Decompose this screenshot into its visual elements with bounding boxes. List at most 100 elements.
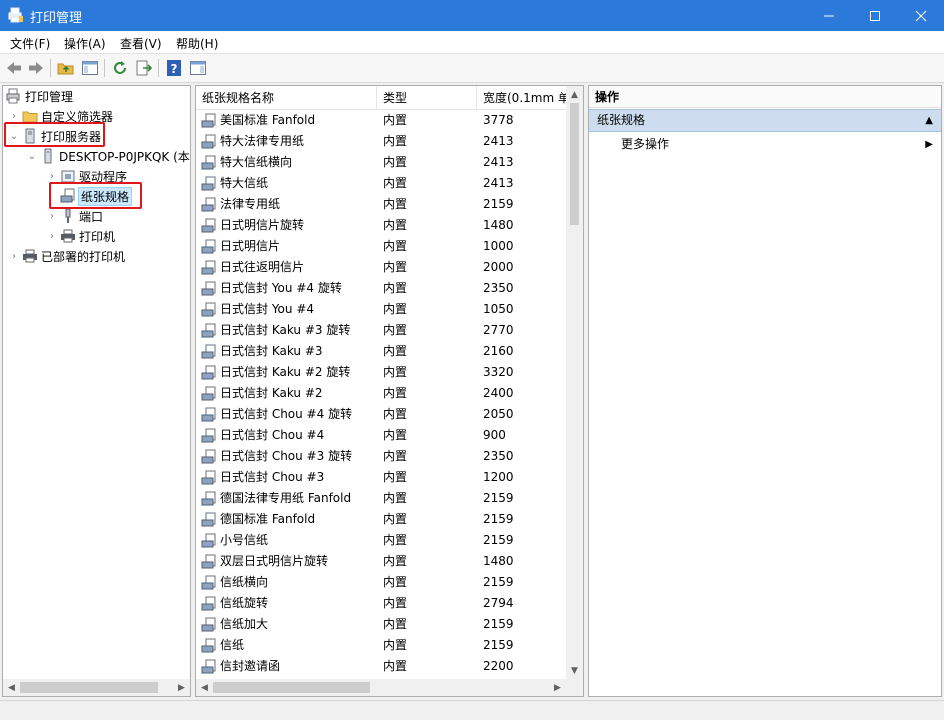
table-row[interactable]: 信纸旋转 内置 2794 [196, 593, 566, 614]
table-row[interactable]: 特大信纸横向 内置 2413 [196, 152, 566, 173]
table-row[interactable]: 特大法律专用纸 内置 2413 [196, 131, 566, 152]
help-button[interactable]: ? [164, 58, 184, 78]
tree-node-desktop-server[interactable]: ⌄ DESKTOP-P0JPKQK (本 [25, 146, 190, 166]
table-row[interactable]: 德国标准 Fanfold 内置 2159 [196, 509, 566, 530]
table-row[interactable]: 日式信封 Kaku #2 内置 2400 [196, 383, 566, 404]
forward-button[interactable] [26, 58, 46, 78]
column-header-width[interactable]: 宽度(0.1mm 单 [477, 86, 566, 110]
table-row[interactable]: 日式明信片 内置 1000 [196, 236, 566, 257]
table-row[interactable]: 日式信封 Chou #4 内置 900 [196, 425, 566, 446]
menu-file[interactable]: 文件(F) [10, 35, 50, 52]
table-row[interactable]: 信纸 内置 2159 [196, 635, 566, 656]
table-row[interactable]: 双层日式明信片旋转 内置 1480 [196, 551, 566, 572]
chevron-right-icon[interactable]: › [45, 211, 59, 222]
table-row[interactable]: 日式明信片旋转 内置 1480 [196, 215, 566, 236]
form-name-cell: 日式信封 Chou #3 旋转 [220, 449, 353, 463]
scroll-thumb[interactable] [213, 682, 370, 693]
table-row[interactable]: 日式信封 Kaku #3 旋转 内置 2770 [196, 320, 566, 341]
show-hide-tree-button[interactable] [80, 58, 100, 78]
column-header-type[interactable]: 类型 [377, 86, 477, 110]
width-cell: 2413 [483, 155, 514, 169]
tree-node-forms[interactable]: 纸张规格 [59, 186, 133, 206]
chevron-down-icon[interactable]: ⌄ [7, 131, 21, 142]
form-name-cell: 信纸旋转 [220, 596, 269, 610]
table-row[interactable]: 日式信封 Kaku #2 旋转 内置 3320 [196, 362, 566, 383]
list-horizontal-scrollbar[interactable]: ◀ ▶ [196, 679, 566, 696]
table-row[interactable]: 日式信封 Chou #3 旋转 内置 2350 [196, 446, 566, 467]
scroll-up-icon[interactable]: ▲ [566, 86, 583, 103]
minimize-button[interactable] [806, 0, 852, 31]
minimize-icon [824, 15, 834, 16]
column-header-form-name[interactable]: 纸张规格名称 [196, 86, 377, 110]
table-row[interactable]: 信封邀请函 内置 2200 [196, 656, 566, 677]
maximize-button[interactable] [852, 0, 898, 31]
print-management-icon [5, 88, 22, 104]
table-row[interactable]: 特大信纸 内置 2413 [196, 173, 566, 194]
chevron-down-icon[interactable]: ⌄ [25, 151, 39, 162]
table-row[interactable]: 信纸横向 内置 2159 [196, 572, 566, 593]
table-row[interactable]: 美国标准 Fanfold 内置 3778 [196, 110, 566, 131]
chevron-right-icon[interactable]: › [7, 251, 21, 262]
width-cell: 2000 [483, 260, 514, 274]
paper-form-icon [201, 617, 216, 632]
paper-form-icon [201, 176, 216, 191]
tree-node-print-management[interactable]: 打印管理 [5, 86, 73, 106]
menu-help[interactable]: 帮助(H) [176, 35, 218, 52]
form-name-cell: 日式信封 You #4 旋转 [220, 281, 342, 295]
table-row[interactable]: 德国法律专用纸 Fanfold 内置 2159 [196, 488, 566, 509]
scroll-down-icon[interactable]: ▼ [566, 662, 583, 679]
tree-horizontal-scrollbar[interactable]: ◀ ▶ [3, 679, 190, 696]
scroll-thumb[interactable] [570, 103, 579, 225]
up-folder-button[interactable] [56, 58, 76, 78]
table-row[interactable]: 日式信封 Chou #3 内置 1200 [196, 467, 566, 488]
table-row[interactable]: 小号信纸 内置 2159 [196, 530, 566, 551]
chevron-right-icon[interactable]: › [45, 171, 59, 182]
title-bar: 打印管理 [0, 0, 944, 31]
export-list-icon [136, 60, 153, 76]
show-hide-action-pane-button[interactable] [188, 58, 208, 78]
close-button[interactable] [898, 0, 944, 31]
tree-node-printers[interactable]: › 打印机 [45, 226, 115, 246]
table-row[interactable]: 法律专用纸 内置 2159 [196, 194, 566, 215]
tree-node-custom-filters[interactable]: › 自定义筛选器 [7, 106, 113, 126]
menu-view[interactable]: 查看(V) [120, 35, 162, 52]
scroll-thumb[interactable] [20, 682, 158, 693]
type-cell: 内置 [383, 659, 408, 673]
tree-label: 纸张规格 [77, 186, 133, 206]
more-actions-item[interactable]: 更多操作 ▶ [589, 134, 941, 155]
scroll-left-icon[interactable]: ◀ [3, 679, 20, 696]
chevron-right-icon[interactable]: › [7, 111, 21, 122]
form-name-cell: 信纸 [220, 638, 245, 652]
back-button[interactable] [4, 58, 24, 78]
tree-node-drivers[interactable]: › 驱动程序 [45, 166, 127, 186]
type-cell: 内置 [383, 302, 408, 316]
table-row[interactable]: 日式信封 You #4 内置 1050 [196, 299, 566, 320]
form-name-cell: 日式信封 Chou #4 [220, 428, 325, 442]
type-cell: 内置 [383, 365, 408, 379]
width-cell: 2159 [483, 512, 514, 526]
chevron-right-icon[interactable]: › [45, 231, 59, 242]
table-row[interactable]: 日式信封 Kaku #3 内置 2160 [196, 341, 566, 362]
menu-action[interactable]: 操作(A) [64, 35, 106, 52]
tree-node-print-servers[interactable]: ⌄ 打印服务器 [7, 126, 101, 146]
width-cell: 2350 [483, 449, 514, 463]
scroll-right-icon[interactable]: ▶ [549, 679, 566, 696]
list-vertical-scrollbar[interactable]: ▲ ▼ [566, 86, 583, 679]
tree-node-deployed-printers[interactable]: › 已部署的打印机 [7, 246, 125, 266]
table-row[interactable]: 日式往返明信片 内置 2000 [196, 257, 566, 278]
width-cell: 2159 [483, 533, 514, 547]
form-name-cell: 德国法律专用纸 Fanfold [220, 491, 352, 505]
refresh-button[interactable] [110, 58, 130, 78]
collapse-up-icon[interactable]: ▲ [925, 110, 933, 131]
table-row[interactable]: 日式信封 Chou #4 旋转 内置 2050 [196, 404, 566, 425]
table-row[interactable]: 日式信封 You #4 旋转 内置 2350 [196, 278, 566, 299]
width-cell: 900 [483, 428, 506, 442]
width-cell: 2350 [483, 281, 514, 295]
scroll-left-icon[interactable]: ◀ [196, 679, 213, 696]
tree-node-ports[interactable]: › 端口 [45, 206, 103, 226]
actions-section-forms[interactable]: 纸张规格 ▲ [589, 109, 941, 132]
export-list-button[interactable] [134, 58, 154, 78]
width-cell: 1200 [483, 470, 514, 484]
table-row[interactable]: 信纸加大 内置 2159 [196, 614, 566, 635]
scroll-right-icon[interactable]: ▶ [173, 679, 190, 696]
